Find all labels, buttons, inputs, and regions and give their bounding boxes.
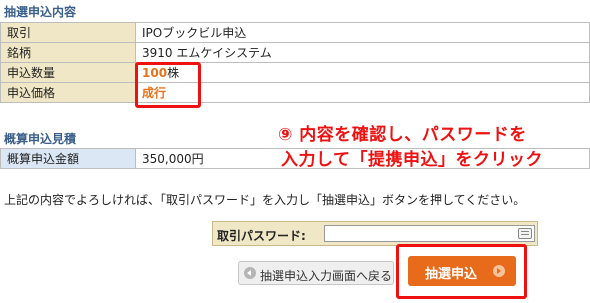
- password-row: 取引パスワード:: [212, 221, 538, 246]
- instruction-text: 上記の内容でよろしければ、「取引パスワード」を入力し「抽選申込」ボタンを押してく…: [4, 193, 526, 207]
- section-title-estimate: 概算申込見積: [4, 132, 77, 146]
- keyboard-icon[interactable]: [518, 228, 532, 239]
- section-title-application: 抽選申込内容: [4, 5, 77, 19]
- table-row: 銘柄 3910 エムケイシステム: [0, 42, 590, 63]
- arrow-left-icon: [244, 267, 256, 279]
- row-label: 申込数量: [0, 62, 136, 83]
- table-row: 申込数量 100株: [0, 62, 590, 83]
- back-button[interactable]: 抽選申込入力画面へ戻る: [238, 261, 394, 285]
- row-value: 3910 エムケイシステム: [135, 42, 590, 63]
- password-input[interactable]: [324, 225, 535, 242]
- row-label: 申込価格: [0, 82, 136, 103]
- table-row: 取引 IPOブックビル申込: [0, 22, 590, 43]
- annotation-line-1: ⑨ 内容を確認し、パスワードを: [278, 125, 527, 145]
- password-label: 取引パスワード:: [217, 229, 306, 243]
- highlight-box-quantity-price: [135, 62, 201, 108]
- row-value: IPOブックビル申込: [135, 22, 590, 43]
- row-label: 取引: [0, 22, 136, 43]
- price-value: 成行: [135, 82, 590, 103]
- row-label: 銘柄: [0, 42, 136, 63]
- annotation-text: ⑨ 内容を確認し、パスワードを 入力して「提携申込」をクリック: [278, 123, 543, 173]
- back-button-label: 抽選申込入力画面へ戻る: [260, 269, 393, 283]
- quantity-value: 100株: [135, 62, 590, 83]
- annotation-line-2: 入力して「提携申込」をクリック: [281, 150, 543, 170]
- highlight-box-submit: [396, 244, 527, 299]
- table-row: 申込価格 成行: [0, 82, 590, 103]
- row-label: 概算申込金額: [0, 148, 136, 169]
- application-details-table: 取引 IPOブックビル申込 銘柄 3910 エムケイシステム 申込数量 100株…: [0, 22, 590, 103]
